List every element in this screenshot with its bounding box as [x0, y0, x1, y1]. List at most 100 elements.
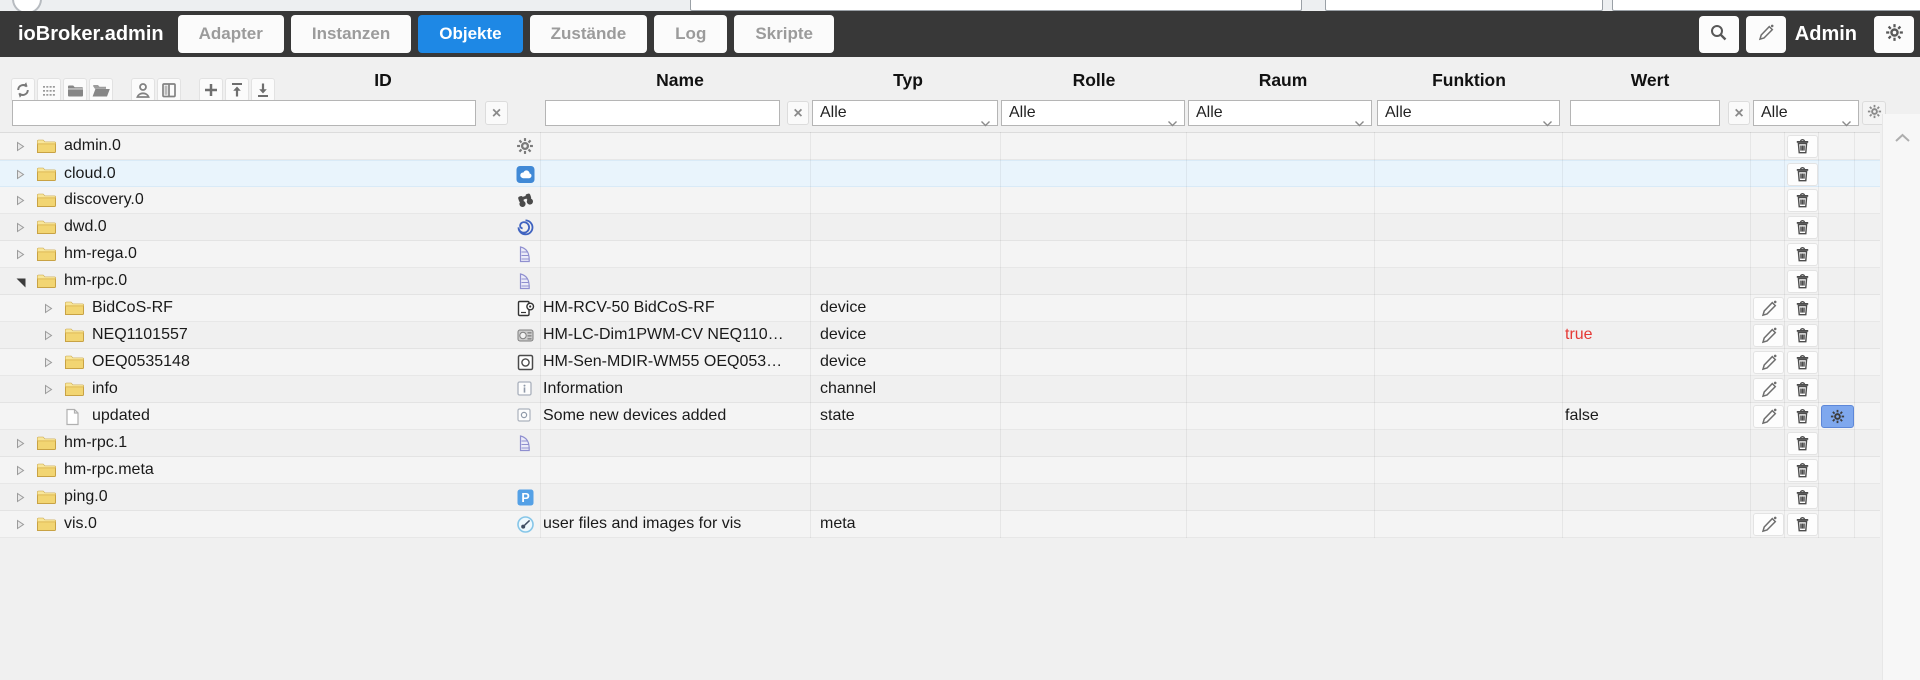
tree-row-oeq0535148[interactable]: OEQ0535148 HM-Sen-MDIR-WM55 OEQ053… device — [0, 349, 1880, 376]
list-view-button[interactable] — [37, 78, 61, 102]
room-filter-select[interactable]: Alle — [1188, 100, 1372, 127]
edit-button[interactable] — [1753, 513, 1784, 536]
delete-button[interactable] — [1787, 405, 1818, 428]
tab-skripte[interactable]: Skripte — [734, 15, 834, 53]
tab-zust-nde[interactable]: Zustände — [529, 15, 648, 53]
expand-all-button[interactable] — [251, 78, 275, 102]
expander-collapsed-icon[interactable] — [14, 194, 26, 207]
edit-button[interactable] — [1753, 378, 1784, 401]
object-value: true — [1565, 326, 1593, 343]
value-filter-input[interactable] — [1570, 100, 1720, 126]
scroll-up-button[interactable] — [1891, 128, 1913, 148]
edit-button[interactable] — [1753, 297, 1784, 320]
tree-row-hm-rpc-1[interactable]: hm-rpc.1 — [0, 430, 1880, 457]
search-button[interactable] — [1698, 15, 1739, 53]
object-id: info — [92, 380, 118, 397]
folder-icon — [36, 273, 56, 289]
tree-row-vis-0[interactable]: vis.0 user files and images for vis meta — [0, 511, 1880, 538]
delete-button[interactable] — [1787, 432, 1818, 455]
tree-row-ping-0[interactable]: ping.0 P — [0, 484, 1880, 511]
tree-row-updated[interactable]: updated Some new devices added state false — [0, 403, 1880, 430]
expander-collapsed-icon[interactable] — [14, 464, 26, 477]
top-box-fragment — [1325, 0, 1603, 11]
column-header-value: Wert — [1630, 70, 1670, 90]
column-header-name: Name — [656, 70, 704, 90]
id-filter-input[interactable] — [12, 100, 476, 126]
delete-button[interactable] — [1787, 216, 1818, 239]
delete-button[interactable] — [1787, 513, 1818, 536]
expander-collapsed-icon[interactable] — [14, 491, 26, 504]
edit-mode-button[interactable] — [1745, 15, 1786, 53]
name-filter-clear-button[interactable]: × — [787, 101, 809, 125]
settings-button[interactable] — [1874, 15, 1914, 53]
delete-icon — [1793, 515, 1812, 534]
delete-button[interactable] — [1787, 189, 1818, 212]
tree-row-dwd-0[interactable]: dwd.0 — [0, 214, 1880, 241]
expander-collapsed-icon[interactable] — [42, 356, 54, 369]
tree-row-cloud-0[interactable]: cloud.0 — [0, 160, 1880, 187]
role-filter-select[interactable]: Alle — [1001, 100, 1185, 127]
add-object-button[interactable] — [199, 78, 223, 102]
tab-log[interactable]: Log — [654, 15, 728, 53]
columns-button[interactable] — [157, 78, 181, 102]
tree-row-hm-rpc-meta[interactable]: hm-rpc.meta — [0, 457, 1880, 484]
expander-collapsed-icon[interactable] — [42, 383, 54, 396]
tab-objekte[interactable]: Objekte — [418, 15, 523, 53]
expander-expanded-icon[interactable] — [14, 275, 27, 288]
type-filter-select[interactable]: Alle — [812, 100, 998, 127]
tree-row-bidcos-rf[interactable]: BidCoS-RF HM-RCV-50 BidCoS-RF device — [0, 295, 1880, 322]
expander-collapsed-icon[interactable] — [14, 221, 26, 234]
delete-button[interactable] — [1787, 324, 1818, 347]
expander-collapsed-icon[interactable] — [42, 329, 54, 342]
custom-filter-select[interactable]: Alle — [1753, 100, 1859, 127]
delete-icon — [1793, 326, 1812, 345]
tab-instanzen[interactable]: Instanzen — [290, 15, 412, 53]
delete-button[interactable] — [1787, 459, 1818, 482]
tree-row-admin-0[interactable]: admin.0 — [0, 133, 1880, 160]
tree-row-discovery-0[interactable]: discovery.0 — [0, 187, 1880, 214]
edit-icon — [1760, 300, 1778, 318]
delete-button[interactable] — [1787, 351, 1818, 374]
delete-button[interactable] — [1787, 486, 1818, 509]
delete-button[interactable] — [1787, 270, 1818, 293]
expander-collapsed-icon[interactable] — [14, 518, 26, 531]
expander-collapsed-icon[interactable] — [14, 140, 26, 153]
delete-icon — [1793, 380, 1812, 399]
expander-collapsed-icon[interactable] — [42, 302, 54, 315]
refresh-button[interactable] — [11, 78, 35, 102]
object-id: vis.0 — [64, 515, 97, 532]
collapse-folders-button[interactable] — [63, 78, 87, 102]
delete-button[interactable] — [1787, 378, 1818, 401]
edit-icon — [1760, 381, 1778, 399]
object-id: cloud.0 — [64, 165, 116, 182]
edit-button[interactable] — [1753, 324, 1784, 347]
homematic-adapter-icon — [516, 245, 533, 264]
admin-adapter-icon — [516, 137, 534, 155]
folder-icon — [64, 327, 84, 343]
scrollbar-track[interactable] — [1882, 114, 1920, 680]
collapse-all-button[interactable] — [225, 78, 249, 102]
delete-button[interactable] — [1787, 297, 1818, 320]
delete-button[interactable] — [1787, 163, 1818, 186]
expander-collapsed-icon[interactable] — [14, 168, 26, 181]
id-filter-clear-button[interactable]: × — [485, 101, 508, 125]
tab-adapter[interactable]: Adapter — [177, 15, 284, 53]
edit-button[interactable] — [1753, 405, 1784, 428]
expander-collapsed-icon[interactable] — [14, 437, 26, 450]
custom-settings-button[interactable] — [1821, 405, 1854, 428]
value-filter-clear-button[interactable]: × — [1728, 101, 1750, 125]
delete-button[interactable] — [1787, 135, 1818, 158]
delete-button[interactable] — [1787, 243, 1818, 266]
tree-row-info[interactable]: info Information channel — [0, 376, 1880, 403]
object-type: meta — [820, 515, 856, 532]
expand-folders-button[interactable] — [89, 78, 113, 102]
user-defaults-button[interactable] — [131, 78, 155, 102]
tree-row-hm-rega-0[interactable]: hm-rega.0 — [0, 241, 1880, 268]
function-filter-select[interactable]: Alle — [1377, 100, 1560, 127]
tree-row-hm-rpc-0[interactable]: hm-rpc.0 — [0, 268, 1880, 295]
expander-collapsed-icon[interactable] — [14, 248, 26, 261]
name-filter-input[interactable] — [545, 100, 780, 126]
edit-button[interactable] — [1753, 351, 1784, 374]
pencil-icon — [1757, 24, 1775, 45]
tree-row-neq1101557[interactable]: NEQ1101557 HM-LC-Dim1PWM-CV NEQ110… device… — [0, 322, 1880, 349]
